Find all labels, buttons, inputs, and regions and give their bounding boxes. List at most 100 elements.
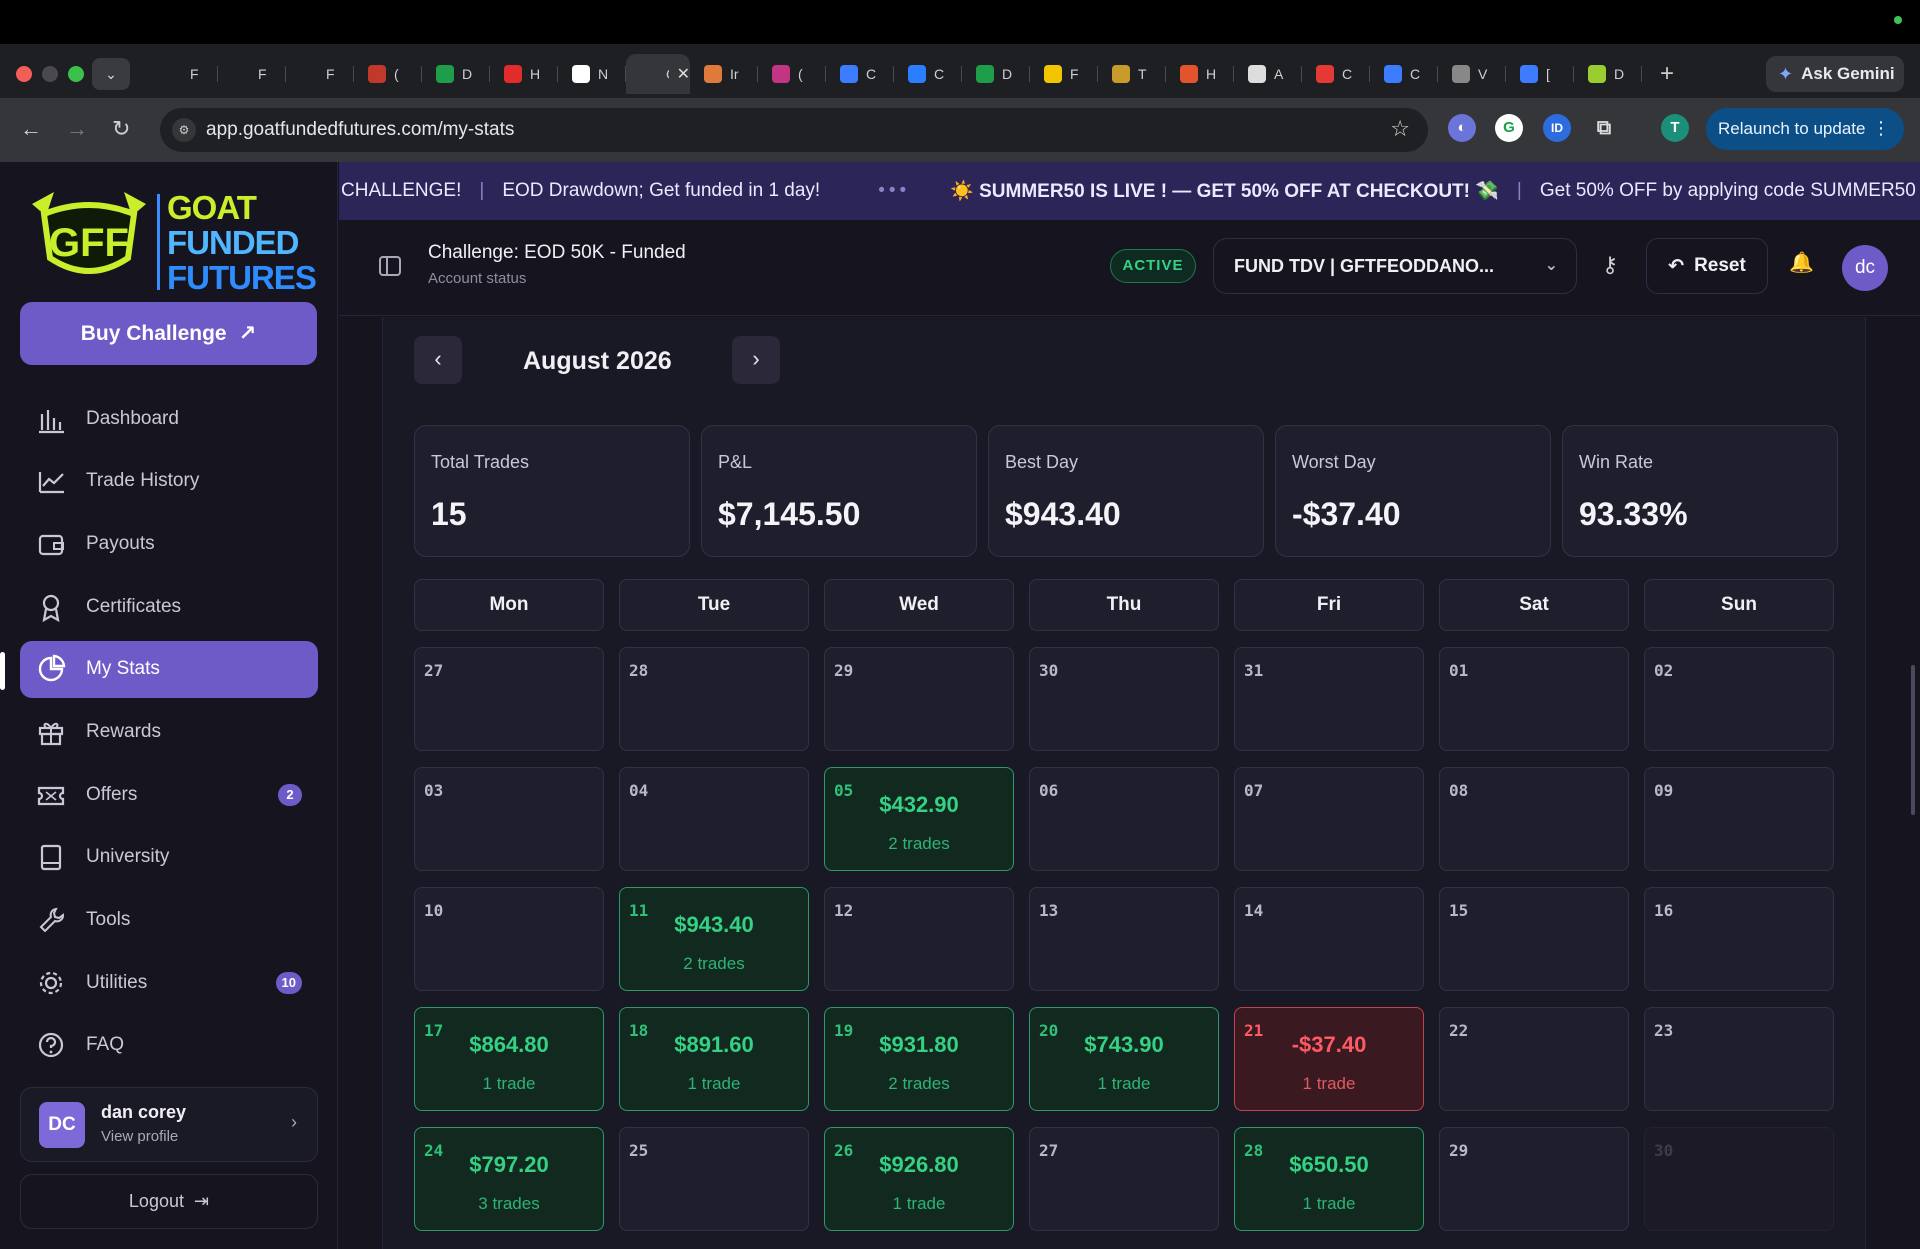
sidebar-item-tools[interactable]: Tools	[20, 892, 318, 949]
sidebar-item-trade-history[interactable]: Trade History	[20, 453, 318, 510]
grammarly-icon[interactable]: G	[1495, 114, 1523, 142]
site-info-icon[interactable]: ⚙	[172, 118, 196, 142]
calendar-day-cell[interactable]: 24 $797.20 3 trades	[414, 1127, 604, 1231]
account-select[interactable]: FUND TDV | GFTFEODDANO... ⌄	[1213, 238, 1577, 294]
view-profile-link[interactable]: View profile	[101, 1128, 178, 1145]
browser-tab[interactable]: C	[826, 54, 894, 94]
goat-funded-futures-logo[interactable]: GFF GOAT FUNDED FUTURES	[22, 186, 322, 296]
calendar-day-cell[interactable]: 15	[1439, 887, 1629, 991]
sidebar-item-offers[interactable]: Offers 2	[20, 766, 318, 823]
close-window-button[interactable]	[16, 66, 32, 82]
sidebar-item-faq[interactable]: FAQ	[20, 1017, 318, 1074]
calendar-day-cell[interactable]: 07	[1234, 767, 1424, 871]
calendar-day-cell[interactable]: 27	[414, 647, 604, 751]
prev-month-button[interactable]: ‹	[414, 336, 462, 384]
sidebar-item-my-stats[interactable]: My Stats	[20, 640, 318, 698]
calendar-day-cell[interactable]: 03	[414, 767, 604, 871]
calendar-day-cell[interactable]: 28	[619, 647, 809, 751]
browser-tab[interactable]: H	[490, 54, 558, 94]
extensions-puzzle-icon[interactable]: ⧉	[1590, 114, 1618, 142]
browser-tab[interactable]: F	[286, 54, 354, 94]
scrollbar[interactable]	[1911, 665, 1915, 815]
ask-gemini-button[interactable]: ✦ Ask Gemini	[1766, 56, 1904, 92]
calendar-day-cell[interactable]: 29	[1439, 1127, 1629, 1231]
browser-tab[interactable]: (	[758, 54, 826, 94]
buy-challenge-button[interactable]: Buy Challenge ↗	[20, 302, 317, 365]
calendar-day-cell[interactable]: 01	[1439, 647, 1629, 751]
bookmark-star-icon[interactable]: ☆	[1390, 116, 1410, 142]
calendar-day-cell[interactable]: 22	[1439, 1007, 1629, 1111]
browser-tab[interactable]: (	[354, 54, 422, 94]
calendar-day-cell[interactable]: 27	[1029, 1127, 1219, 1231]
sidebar-item-certificates[interactable]: Certificates	[20, 578, 318, 635]
sidebar-item-rewards[interactable]: Rewards	[20, 703, 318, 760]
browser-tab[interactable]: C	[1302, 54, 1370, 94]
browser-tab[interactable]: D	[1574, 54, 1642, 94]
calendar-day-cell[interactable]: 12	[824, 887, 1014, 991]
minimize-window-button[interactable]	[42, 66, 58, 82]
user-avatar[interactable]: dc	[1842, 245, 1888, 291]
calendar-day-cell[interactable]: 04	[619, 767, 809, 871]
calendar-day-cell[interactable]: 16	[1644, 887, 1834, 991]
key-icon[interactable]: ⚷	[1602, 252, 1618, 278]
browser-tab[interactable]: F	[150, 54, 218, 94]
calendar-day-cell[interactable]: 14	[1234, 887, 1424, 991]
calendar-day-cell[interactable]: 09	[1644, 767, 1834, 871]
chrome-profile-avatar[interactable]: T	[1661, 114, 1689, 142]
browser-tab[interactable]: C	[894, 54, 962, 94]
relaunch-update-button[interactable]: Relaunch to update ⋮	[1706, 108, 1904, 150]
calendar-day-cell[interactable]: 20 $743.90 1 trade	[1029, 1007, 1219, 1111]
calendar-day-cell[interactable]: 29	[824, 647, 1014, 751]
forward-arrow-icon[interactable]: →	[66, 116, 88, 142]
browser-tab[interactable]: D	[422, 54, 490, 94]
toggle-sidebar-icon[interactable]	[379, 256, 401, 276]
browser-tab[interactable]: H	[1166, 54, 1234, 94]
calendar-day-cell[interactable]: 08	[1439, 767, 1629, 871]
calendar-day-cell[interactable]: 19 $931.80 2 trades	[824, 1007, 1014, 1111]
sidebar-item-payouts[interactable]: Payouts	[20, 515, 318, 572]
browser-tab[interactable]: F	[1030, 54, 1098, 94]
calendar-day-cell[interactable]: 11 $943.40 2 trades	[619, 887, 809, 991]
new-tab-button[interactable]: +	[1660, 60, 1674, 88]
profile-card[interactable]: DC dan corey View profile ›	[20, 1087, 318, 1162]
calendar-day-cell[interactable]: 30	[1029, 647, 1219, 751]
url-text[interactable]: app.goatfundedfutures.com/my-stats	[206, 119, 514, 141]
calendar-day-cell[interactable]: 23	[1644, 1007, 1834, 1111]
close-tab-icon[interactable]: ✕	[677, 64, 690, 84]
calendar-day-cell[interactable]: 28 $650.50 1 trade	[1234, 1127, 1424, 1231]
extension-id-icon[interactable]: ID	[1543, 114, 1571, 142]
sidebar-item-university[interactable]: University	[20, 829, 318, 886]
notification-bell-icon[interactable]: 🔔	[1789, 250, 1814, 275]
browser-tab[interactable]: T	[1098, 54, 1166, 94]
calendar-day-cell[interactable]: 30	[1644, 1127, 1834, 1231]
extension-ghost-icon[interactable]: ◐	[1448, 114, 1476, 142]
back-arrow-icon[interactable]: ←	[20, 116, 42, 142]
browser-tab[interactable]: Ir	[690, 54, 758, 94]
browser-tab[interactable]: C	[1370, 54, 1438, 94]
browser-tab[interactable]: F	[218, 54, 286, 94]
omnibox[interactable]: ⚙ app.goatfundedfutures.com/my-stats ☆	[160, 108, 1428, 152]
browser-tab[interactable]: G✕	[626, 54, 690, 94]
browser-tab[interactable]: A	[1234, 54, 1302, 94]
chrome-menu-kebab-icon[interactable]: ⋮	[1872, 118, 1890, 139]
calendar-day-cell[interactable]: 21 -$37.40 1 trade	[1234, 1007, 1424, 1111]
reload-icon[interactable]: ↻	[112, 116, 130, 142]
calendar-day-cell[interactable]: 02	[1644, 647, 1834, 751]
reset-button[interactable]: ↶ Reset	[1646, 238, 1768, 294]
browser-tab[interactable]: V	[1438, 54, 1506, 94]
calendar-day-cell[interactable]: 26 $926.80 1 trade	[824, 1127, 1014, 1231]
calendar-day-cell[interactable]: 18 $891.60 1 trade	[619, 1007, 809, 1111]
calendar-day-cell[interactable]: 06	[1029, 767, 1219, 871]
calendar-day-cell[interactable]: 10	[414, 887, 604, 991]
sidebar-item-dashboard[interactable]: Dashboard	[20, 390, 318, 447]
browser-tab[interactable]: [	[1506, 54, 1574, 94]
calendar-day-cell[interactable]: 05 $432.90 2 trades	[824, 767, 1014, 871]
browser-tab[interactable]: N	[558, 54, 626, 94]
calendar-day-cell[interactable]: 13	[1029, 887, 1219, 991]
sidebar-item-utilities[interactable]: Utilities 10	[20, 954, 318, 1011]
tab-search-chevron-icon[interactable]: ⌄	[92, 58, 130, 90]
calendar-day-cell[interactable]: 17 $864.80 1 trade	[414, 1007, 604, 1111]
maximize-window-button[interactable]	[68, 66, 84, 82]
browser-tab[interactable]: D	[962, 54, 1030, 94]
calendar-day-cell[interactable]: 25	[619, 1127, 809, 1231]
